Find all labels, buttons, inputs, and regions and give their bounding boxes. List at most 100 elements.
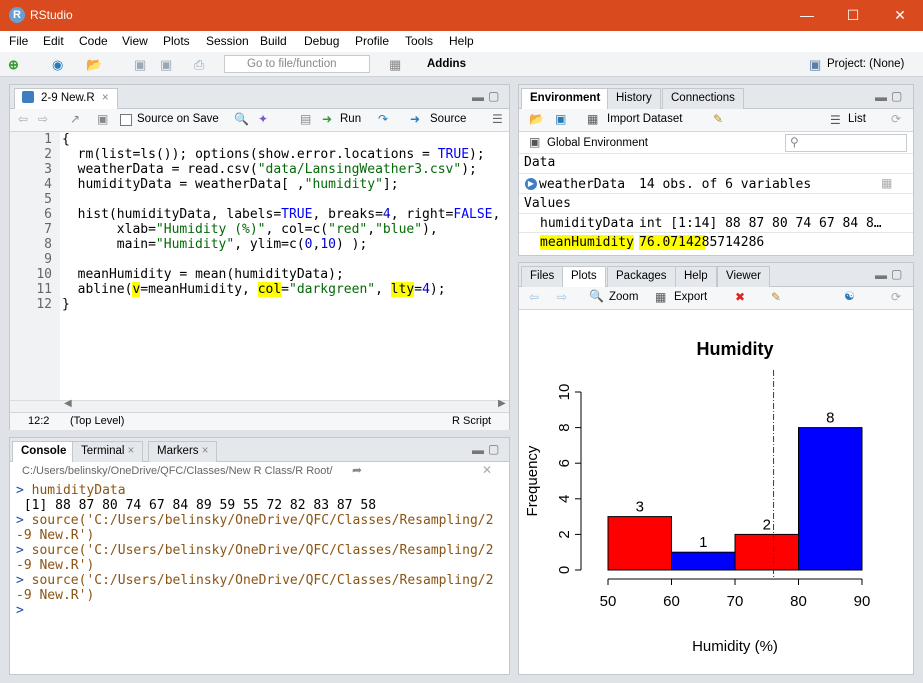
tab-help[interactable]: Help — [675, 266, 717, 287]
pane-maximize-icon[interactable]: ▢ — [488, 89, 499, 103]
editor-tab-label: 2-9 New.R — [41, 92, 95, 104]
line-number-gutter: 1 2 3 4 5 6 7 8 9 10 11 12 — [10, 132, 60, 400]
grid-layout-icon[interactable]: ▦ — [389, 57, 401, 73]
env-row-weatherdata[interactable]: ▶ weatherData 14 obs. of 6 variables ▦ — [519, 173, 913, 194]
menu-profile[interactable]: Profile — [355, 34, 389, 48]
pane-maximize-icon[interactable]: ▢ — [891, 89, 902, 103]
pane-minimize-icon[interactable]: ▬ — [472, 90, 484, 104]
close-tab-icon[interactable]: × — [128, 445, 135, 457]
tab-plots[interactable]: Plots — [562, 266, 606, 287]
back-icon[interactable]: ⇦ — [18, 112, 28, 126]
save-all-icon[interactable]: ▣ — [160, 57, 172, 73]
tab-packages[interactable]: Packages — [607, 266, 676, 287]
menu-build[interactable]: Build — [260, 34, 287, 48]
tab-terminal[interactable]: Terminal × — [72, 441, 144, 462]
tab-console[interactable]: Console — [12, 441, 76, 462]
horizontal-scrollbar[interactable]: ◀ ▶ — [10, 398, 509, 412]
document-outline-icon[interactable]: ☰ — [492, 112, 503, 126]
code-line: main="Humidity", ylim=c(0,10) ); — [62, 237, 368, 252]
remove-plot-icon[interactable]: ✖ — [735, 290, 745, 304]
next-plot-icon[interactable]: ⇨ — [557, 290, 567, 304]
clear-plots-icon[interactable]: ✎ — [771, 290, 781, 304]
pane-maximize-icon[interactable]: ▢ — [891, 267, 902, 281]
rerun-icon[interactable]: ↷ — [378, 112, 388, 126]
search-icon[interactable]: 🔍 — [234, 112, 249, 126]
line-number: 2 — [44, 147, 52, 162]
export-icon: ▦ — [655, 290, 667, 304]
main-toolbar: ⊕ ◉ 📂 ▣ ▣ ⎙ Go to file/function ▦ Addins… — [0, 52, 923, 77]
menu-help[interactable]: Help — [449, 34, 474, 48]
console-prompt: > — [16, 573, 32, 588]
load-workspace-icon[interactable]: 📂 — [529, 112, 544, 126]
addins-menu[interactable]: Addins — [427, 58, 466, 70]
expand-icon[interactable]: ▶ — [525, 178, 537, 190]
maximize-icon[interactable]: ☐ — [830, 0, 876, 31]
show-in-window-icon[interactable]: ↗ — [70, 112, 80, 126]
forward-icon[interactable]: ⇨ — [38, 112, 48, 126]
menu-file[interactable]: File — [9, 34, 28, 48]
code-tools-icon[interactable]: ✦ — [258, 112, 268, 126]
compile-report-icon[interactable]: ▤ — [300, 112, 311, 126]
tab-history[interactable]: History — [607, 88, 661, 109]
pane-minimize-icon[interactable]: ▬ — [472, 443, 484, 457]
menu-plots[interactable]: Plots — [163, 34, 190, 48]
tab-markers[interactable]: Markers × — [148, 441, 218, 462]
tab-environment[interactable]: Environment — [521, 88, 610, 109]
close-tab-icon[interactable]: × — [202, 445, 209, 457]
title-bar: R RStudio — ☐ ✕ — [0, 0, 923, 31]
console-output[interactable]: > humidityData [1] 88 87 80 74 67 84 89 … — [16, 483, 506, 673]
scroll-left-icon[interactable]: ◀ — [64, 398, 72, 409]
pane-maximize-icon[interactable]: ▢ — [488, 442, 499, 456]
pane-minimize-icon[interactable]: ▬ — [875, 90, 887, 104]
close-icon[interactable]: ✕ — [877, 0, 923, 31]
run-button[interactable]: Run — [340, 113, 361, 125]
print-icon[interactable]: ⎙ — [194, 57, 204, 73]
clear-workspace-icon[interactable]: ✎ — [713, 112, 723, 126]
menu-debug[interactable]: Debug — [304, 34, 339, 48]
open-folder-icon[interactable]: 📂 — [86, 57, 102, 73]
file-type-selector[interactable]: R Script — [452, 415, 491, 427]
menu-tools[interactable]: Tools — [405, 34, 433, 48]
go-to-directory-icon[interactable]: ➦ — [352, 463, 362, 477]
source-button[interactable]: Source — [430, 113, 466, 125]
previous-plot-icon[interactable]: ⇦ — [529, 290, 539, 304]
scope-selector[interactable]: (Top Level) — [70, 415, 124, 427]
goto-file-input[interactable]: Go to file/function — [224, 55, 370, 73]
project-menu[interactable]: Project: (None) — [827, 58, 904, 70]
clear-console-icon[interactable]: ✕ — [482, 463, 492, 477]
tab-files[interactable]: Files — [521, 266, 564, 287]
export-menu[interactable]: Export — [674, 291, 707, 303]
source-on-save-checkbox[interactable] — [120, 114, 132, 126]
tab-connections[interactable]: Connections — [662, 88, 744, 109]
env-row-meanhumidity[interactable]: meanHumidity 76.0714285714286 — [519, 232, 913, 251]
publish-icon[interactable]: ☯ — [844, 289, 855, 303]
menu-edit[interactable]: Edit — [43, 34, 64, 48]
new-project-icon[interactable]: ◉ — [52, 57, 63, 73]
env-row-humiditydata[interactable]: humidityData int [1:14] 88 87 80 74 67 8… — [519, 213, 913, 232]
new-file-icon[interactable]: ⊕ — [8, 57, 19, 73]
close-tab-icon[interactable]: × — [102, 92, 109, 104]
working-directory[interactable]: C:/Users/belinsky/OneDrive/QFC/Classes/N… — [22, 465, 333, 477]
zoom-button[interactable]: Zoom — [609, 291, 638, 303]
scroll-right-icon[interactable]: ▶ — [498, 398, 506, 409]
minimize-icon[interactable]: — — [784, 0, 830, 31]
histogram-bar — [798, 427, 863, 571]
pane-minimize-icon[interactable]: ▬ — [875, 268, 887, 282]
refresh-icon[interactable]: ⟳ — [891, 112, 901, 126]
view-data-icon[interactable]: ▦ — [881, 176, 892, 190]
import-dataset-button[interactable]: Import Dataset — [607, 113, 682, 125]
run-icon: ➜ — [322, 112, 333, 126]
refresh-icon[interactable]: ⟳ — [891, 290, 901, 304]
code-area[interactable]: { rm(list=ls()); options(show.error.loca… — [62, 132, 509, 400]
menu-code[interactable]: Code — [79, 34, 108, 48]
save-file-icon[interactable]: ▣ — [97, 112, 108, 126]
menu-view[interactable]: View — [122, 34, 148, 48]
view-mode-selector[interactable]: List — [848, 113, 866, 125]
save-workspace-icon[interactable]: ▣ — [555, 112, 566, 126]
environment-scope-selector[interactable]: Global Environment — [547, 137, 648, 149]
menu-session[interactable]: Session — [206, 34, 249, 48]
tab-viewer[interactable]: Viewer — [717, 266, 770, 287]
environment-search-input[interactable]: ⚲ — [785, 134, 907, 152]
save-icon[interactable]: ▣ — [134, 57, 146, 73]
